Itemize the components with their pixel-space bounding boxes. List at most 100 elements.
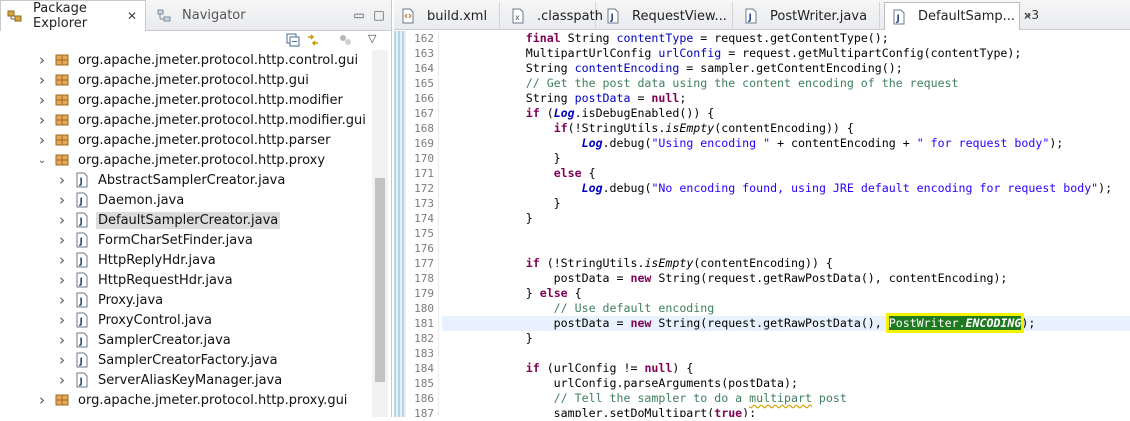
expand-arrow-right-icon[interactable]: › (56, 311, 68, 329)
expand-arrow-right-icon[interactable]: › (56, 191, 68, 209)
expand-arrow-right-icon[interactable]: › (36, 111, 48, 129)
java-file-icon: J (76, 232, 88, 248)
code-line[interactable] (442, 346, 1130, 361)
link-with-editor-icon[interactable] (306, 33, 320, 47)
line-number: 171 (414, 167, 434, 180)
tree-item-java-file[interactable]: › J HttpReplyHdr.java (0, 250, 391, 270)
code-line[interactable]: Log.debug("No encoding found, using JRE … (442, 181, 1130, 196)
java-file-icon: J (76, 192, 88, 208)
tree-item-java-file[interactable]: › J SamplerCreatorFactory.java (0, 350, 391, 370)
tree-item-java-file[interactable]: › J ServerAliasKeyManager.java (0, 370, 391, 390)
code-line[interactable]: Log.debug("Using encoding " + contentEnc… (442, 136, 1130, 151)
more-tabs-indicator[interactable]: »3 (1024, 8, 1039, 22)
tree-item-java-file[interactable]: › J Proxy.java (0, 290, 391, 310)
code-line[interactable]: MultipartUrlConfig urlConfig = request.g… (442, 46, 1130, 61)
svg-text:x: x (515, 13, 520, 22)
code-area[interactable]: final String contentType = request.getCo… (442, 31, 1130, 417)
expand-arrow-right-icon[interactable]: › (56, 231, 68, 249)
code-line[interactable]: String postData = null; (442, 91, 1130, 106)
minimize-icon[interactable]: ▭ (352, 8, 366, 22)
editor-tab[interactable]: J DefaultSamp... ✕ (884, 2, 1032, 30)
scrollbar-thumb[interactable] (375, 178, 385, 382)
code-line[interactable]: postData = new String(request.getRawPost… (442, 271, 1130, 286)
package-explorer-view: Package Explorer ✕ Navigator ▭ □ ▽ › org.… (0, 0, 392, 417)
expand-arrow-right-icon[interactable]: › (36, 391, 48, 409)
java-file-icon: J (76, 352, 88, 368)
tree-item-package[interactable]: › org.apache.jmeter.protocol.http.gui (0, 70, 391, 90)
code-line[interactable]: } (442, 196, 1130, 211)
tree-item-label: Daemon.java (98, 192, 185, 208)
code-line[interactable]: final String contentType = request.getCo… (442, 31, 1130, 46)
expand-arrow-down-icon[interactable]: ⌄ (36, 155, 48, 166)
code-line[interactable]: // Use default encoding (442, 301, 1130, 316)
view-menu-icon[interactable]: ▽ (368, 32, 376, 45)
editor-tab[interactable]: x .classpath (504, 2, 603, 30)
tree-item-package[interactable]: › org.apache.jmeter.protocol.http.proxy.g… (0, 390, 391, 410)
expand-arrow-right-icon[interactable]: › (36, 91, 48, 109)
tree-item-package[interactable]: › org.apache.jmeter.protocol.http.parser (0, 130, 391, 150)
svg-text:J: J (79, 377, 83, 387)
expand-arrow-right-icon[interactable]: › (56, 211, 68, 229)
view-tab-bar: Package Explorer ✕ Navigator ▭ □ (0, 0, 391, 31)
tree-item-package[interactable]: › org.apache.jmeter.protocol.http.modifie… (0, 90, 391, 110)
expand-arrow-right-icon[interactable]: › (36, 51, 48, 69)
line-number: 183 (414, 347, 434, 360)
expand-arrow-right-icon[interactable]: › (56, 371, 68, 389)
code-line[interactable]: if (Log.isDebugEnabled()) { (442, 106, 1130, 121)
expand-arrow-right-icon[interactable]: › (56, 271, 68, 289)
tree-item-java-file[interactable]: › J SamplerCreator.java (0, 330, 391, 350)
expand-arrow-right-icon[interactable]: › (56, 251, 68, 269)
tree-item-label: HttpRequestHdr.java (98, 272, 233, 288)
code-line[interactable]: if(!StringUtils.isEmpty(contentEncoding)… (442, 121, 1130, 136)
tree-item-package[interactable]: › org.apache.jmeter.protocol.http.modifie… (0, 110, 391, 130)
code-line[interactable]: // Tell the sampler to do a multipart po… (442, 391, 1130, 406)
code-line[interactable]: if (urlConfig != null) { (442, 361, 1130, 376)
code-line[interactable]: sampler.setDoMultipart(true); (442, 406, 1130, 417)
collapse-all-icon[interactable] (286, 33, 300, 47)
expand-arrow-right-icon[interactable]: › (56, 331, 68, 349)
maximize-icon[interactable]: □ (372, 8, 386, 22)
focus-on-active-task-icon[interactable] (338, 33, 352, 47)
tree-item-package[interactable]: ⌄ org.apache.jmeter.protocol.http.proxy (0, 150, 391, 170)
code-line[interactable]: if (!StringUtils.isEmpty(contentEncoding… (442, 256, 1130, 271)
line-number: 184 (414, 362, 434, 375)
tree-item-java-file[interactable]: › J ProxyControl.java (0, 310, 391, 330)
vertical-scrollbar[interactable] (372, 50, 388, 417)
expand-arrow-right-icon[interactable]: › (56, 171, 68, 189)
code-line[interactable]: } (442, 151, 1130, 166)
editor-tab[interactable]: J PostWriter.java (737, 2, 880, 30)
svg-text:J: J (79, 277, 83, 287)
tab-navigator[interactable]: Navigator (150, 0, 270, 31)
code-line[interactable]: postData = new String(request.getRawPost… (442, 313, 1130, 333)
code-line[interactable]: else { (442, 166, 1130, 181)
tree-item-java-file[interactable]: › J Daemon.java (0, 190, 391, 210)
tree-item-java-file[interactable]: › J AbstractSamplerCreator.java (0, 170, 391, 190)
expand-arrow-right-icon[interactable]: › (56, 351, 68, 369)
code-line[interactable]: } else { (442, 286, 1130, 301)
line-number: 163 (414, 47, 434, 60)
java-file-icon: J (76, 292, 88, 308)
editor-tab[interactable]: J RequestView... (599, 2, 733, 30)
tree-item-package[interactable]: › org.apache.jmeter.protocol.http.control… (0, 50, 391, 70)
code-line[interactable]: } (442, 211, 1130, 226)
tab-package-explorer[interactable]: Package Explorer ✕ (0, 0, 146, 31)
expand-arrow-right-icon[interactable]: › (36, 71, 48, 89)
line-number: 186 (414, 392, 434, 405)
expand-arrow-right-icon[interactable]: › (36, 131, 48, 149)
code-line[interactable]: // Get the post data using the content e… (442, 76, 1130, 91)
line-number: 165 (414, 77, 434, 90)
svg-text:J: J (79, 357, 83, 367)
code-line[interactable]: urlConfig.parseArguments(postData); (442, 376, 1130, 391)
code-line[interactable] (442, 241, 1130, 256)
tree-item-label: FormCharSetFinder.java (98, 232, 253, 248)
code-line[interactable]: String contentEncoding = sampler.getCont… (442, 61, 1130, 76)
tree-item-java-file[interactable]: › J FormCharSetFinder.java (0, 230, 391, 250)
tree-item-java-file[interactable]: › J HttpRequestHdr.java (0, 270, 391, 290)
expand-arrow-right-icon[interactable]: › (56, 291, 68, 309)
close-icon[interactable]: ✕ (127, 9, 137, 23)
tree-item-java-file[interactable]: › J DefaultSamplerCreator.java (0, 210, 391, 230)
code-line[interactable] (442, 226, 1130, 241)
line-number: 167 (414, 107, 434, 120)
code-line[interactable]: } (442, 331, 1130, 346)
editor-tab[interactable]: build.xml (394, 2, 500, 30)
